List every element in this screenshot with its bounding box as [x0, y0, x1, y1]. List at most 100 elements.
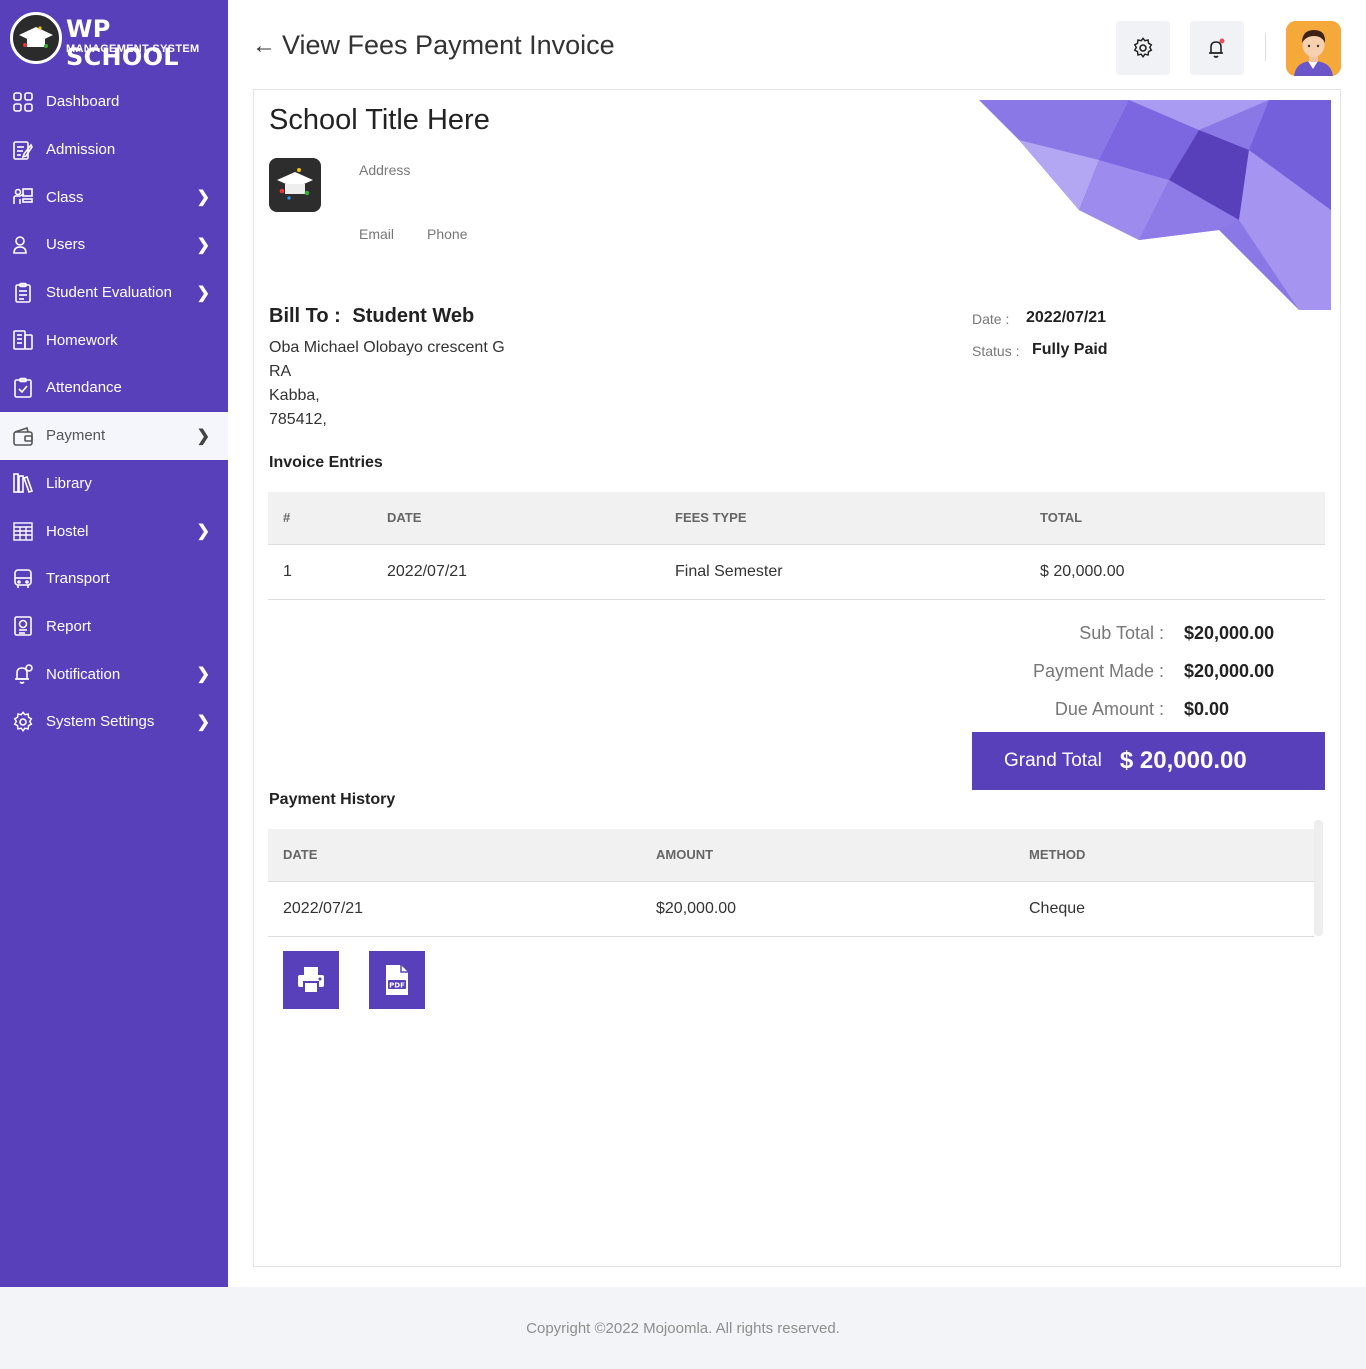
payment-history-table: DATE AMOUNT METHOD 2022/07/21 $20,000.00…: [268, 829, 1314, 937]
school-address: Address: [359, 162, 411, 178]
school-phone: Phone: [427, 226, 468, 242]
chevron-right-icon: ❯: [196, 666, 210, 684]
school-logo: [269, 158, 321, 212]
pdf-button[interactable]: PDF: [369, 951, 425, 1009]
sidebar-menu: Dashboard Admission Class ❯ Users ❯ Stud…: [0, 78, 228, 746]
sidebar-item-label: Users: [46, 236, 86, 254]
copyright-text: Copyright ©2022 Mojoomla. All rights res…: [526, 1320, 840, 1337]
chevron-right-icon: ❯: [196, 284, 210, 302]
sidebar-item-transport[interactable]: Transport: [0, 555, 228, 603]
column-header: METHOD: [1014, 829, 1314, 882]
sidebar-item-notification[interactable]: Notification ❯: [0, 650, 228, 698]
status-label: Status :: [972, 343, 1020, 359]
brand-logo[interactable]: WP SCHOOL MANAGEMENT SYSTEM: [10, 12, 220, 71]
users-icon: [11, 233, 35, 257]
column-header: DATE: [372, 492, 660, 545]
avatar[interactable]: [1286, 21, 1341, 76]
sub-total-label: Sub Total :: [1079, 622, 1164, 643]
attendance-icon: [11, 376, 35, 400]
column-header: FEES TYPE: [660, 492, 1025, 545]
sidebar-item-homework[interactable]: Homework: [0, 316, 228, 364]
due-amount-value: $0.00: [1184, 698, 1230, 719]
column-header: TOTAL: [1025, 492, 1325, 545]
chevron-right-icon: ❯: [196, 189, 210, 207]
homework-icon: [11, 328, 35, 352]
sidebar-item-report[interactable]: Report: [0, 603, 228, 651]
entry-date: 2022/07/21: [372, 544, 660, 600]
sidebar-item-payment[interactable]: Payment ❯: [0, 411, 228, 460]
invoice-panel: School Title Here Address Email Phone Bi…: [253, 89, 1341, 1267]
print-button[interactable]: [283, 951, 339, 1009]
sidebar-item-label: Student Evaluation: [46, 284, 172, 302]
grand-total-label: Grand Total: [1004, 750, 1102, 771]
chevron-right-icon: ❯: [196, 236, 210, 254]
sidebar: WP SCHOOL MANAGEMENT SYSTEM Dashboard Ad…: [0, 0, 228, 1287]
evaluation-icon: [11, 281, 35, 305]
page-title-text: View Fees Payment Invoice: [282, 30, 615, 60]
hostel-icon: [11, 519, 35, 543]
bus-icon: [11, 567, 35, 591]
printer-icon: [298, 967, 324, 994]
address-line: RA: [269, 363, 292, 380]
sidebar-item-student-evaluation[interactable]: Student Evaluation ❯: [0, 269, 228, 317]
grand-total: Grand Total $ 20,000.00: [972, 732, 1325, 790]
table-header-row: DATE AMOUNT METHOD: [268, 829, 1314, 882]
payment-made-label: Payment Made :: [1032, 660, 1164, 681]
sidebar-item-library[interactable]: Library: [0, 460, 228, 508]
sidebar-item-class[interactable]: Class ❯: [0, 173, 228, 221]
address-line: Oba Michael Olobayo crescent G: [269, 339, 505, 356]
status-value: Fully Paid: [1032, 341, 1108, 358]
chevron-right-icon: ❯: [196, 713, 210, 731]
payment-made-value: $20,000.00: [1184, 660, 1275, 681]
notifications-button[interactable]: [1190, 21, 1244, 75]
payment-made-row: Payment Made : $20,000.00: [964, 659, 1282, 683]
sidebar-item-label: Notification: [46, 665, 121, 683]
due-amount-label: Due Amount :: [1054, 698, 1164, 719]
sidebar-item-label: Library: [46, 474, 92, 492]
grand-total-value: $ 20,000.00: [1119, 747, 1247, 774]
sidebar-item-label: Class: [46, 188, 84, 206]
address-line: Kabba,: [269, 387, 320, 404]
sidebar-item-attendance[interactable]: Attendance: [0, 364, 228, 412]
entry-fees-type: Final Semester: [660, 544, 1025, 600]
bill-to-label: Bill To :: [269, 305, 341, 327]
back-arrow-icon[interactable]: ←: [252, 32, 276, 60]
chevron-right-icon: ❯: [196, 427, 210, 445]
footer: Copyright ©2022 Mojoomla. All rights res…: [0, 1287, 1366, 1369]
sidebar-item-label: System Settings: [46, 713, 155, 731]
page-title: ← View Fees Payment Invoice: [252, 30, 615, 61]
sidebar-item-label: Hostel: [46, 522, 89, 540]
sidebar-item-label: Transport: [46, 570, 110, 588]
sidebar-item-hostel[interactable]: Hostel ❯: [0, 507, 228, 555]
sidebar-item-users[interactable]: Users ❯: [0, 221, 228, 269]
table-header-row: # DATE FEES TYPE TOTAL: [268, 492, 1325, 545]
wallet-icon: [11, 424, 35, 448]
settings-button[interactable]: [1116, 21, 1170, 75]
sub-total-row: Sub Total : $20,000.00: [964, 621, 1282, 645]
date-value: 2022/07/21: [1026, 309, 1107, 326]
bill-to-name: Student Web: [352, 305, 475, 327]
sidebar-item-label: Admission: [46, 141, 116, 159]
address-line: 785412,: [269, 411, 327, 428]
sidebar-item-admission[interactable]: Admission: [0, 126, 228, 174]
sidebar-item-label: Attendance: [46, 379, 122, 397]
chevron-right-icon: ❯: [196, 523, 210, 541]
library-icon: [11, 471, 35, 495]
table-row: 1 2022/07/21 Final Semester $ 20,000.00: [268, 544, 1325, 600]
invoice-entries-title: Invoice Entries: [269, 454, 383, 471]
school-email: Email: [359, 226, 395, 242]
table-scrollbar[interactable]: [1314, 820, 1323, 936]
payment-history-title: Payment History: [269, 791, 396, 808]
history-date: 2022/07/21: [268, 881, 641, 937]
sidebar-item-dashboard[interactable]: Dashboard: [0, 78, 228, 126]
column-header: #: [268, 492, 372, 545]
admission-icon: [11, 138, 35, 162]
header-divider: [1265, 33, 1266, 61]
bell-icon: [1209, 38, 1225, 58]
svg-text:PDF: PDF: [389, 982, 405, 990]
sidebar-item-system-settings[interactable]: System Settings ❯: [0, 698, 228, 746]
decorative-polygon-graphic: [979, 100, 1331, 310]
sidebar-item-label: Homework: [46, 331, 118, 349]
sidebar-item-label: Payment: [46, 427, 106, 445]
sub-total-value: $20,000.00: [1184, 622, 1275, 643]
